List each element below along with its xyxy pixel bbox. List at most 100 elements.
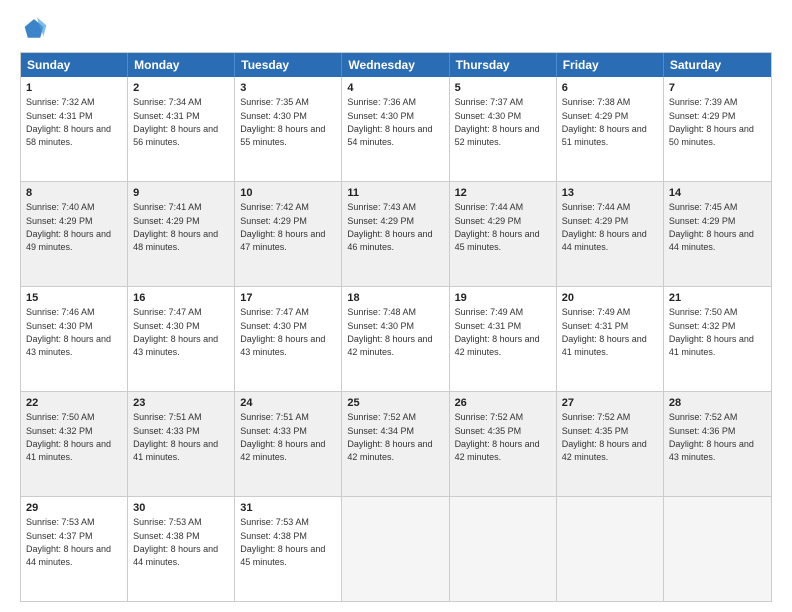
day-number: 24: [240, 396, 336, 410]
calendar-cell: 19 Sunrise: 7:49 AMSunset: 4:31 PMDayligh…: [450, 287, 557, 391]
cell-info: Sunrise: 7:39 AMSunset: 4:29 PMDaylight:…: [669, 97, 754, 147]
cell-info: Sunrise: 7:50 AMSunset: 4:32 PMDaylight:…: [26, 412, 111, 462]
calendar-cell: 6Sunrise: 7:38 AMSunset: 4:29 PMDaylight…: [557, 77, 664, 181]
calendar-cell: 15 Sunrise: 7:46 AMSunset: 4:30 PMDayligh…: [21, 287, 128, 391]
cell-info: Sunrise: 7:32 AMSunset: 4:31 PMDaylight:…: [26, 97, 111, 147]
calendar-cell: 4Sunrise: 7:36 AMSunset: 4:30 PMDaylight…: [342, 77, 449, 181]
calendar-cell: 30 Sunrise: 7:53 AMSunset: 4:38 PMDayligh…: [128, 497, 235, 601]
day-number: 2: [133, 81, 229, 95]
calendar-header: SundayMondayTuesdayWednesdayThursdayFrid…: [21, 53, 771, 77]
day-number: 21: [669, 291, 766, 305]
calendar: SundayMondayTuesdayWednesdayThursdayFrid…: [20, 52, 772, 602]
calendar-cell: 23 Sunrise: 7:51 AMSunset: 4:33 PMDayligh…: [128, 392, 235, 496]
cell-info: Sunrise: 7:41 AMSunset: 4:29 PMDaylight:…: [133, 202, 218, 252]
cell-info: Sunrise: 7:51 AMSunset: 4:33 PMDaylight:…: [240, 412, 325, 462]
day-number: 16: [133, 291, 229, 305]
day-number: 18: [347, 291, 443, 305]
calendar-cell: 24 Sunrise: 7:51 AMSunset: 4:33 PMDayligh…: [235, 392, 342, 496]
calendar-cell: 27 Sunrise: 7:52 AMSunset: 4:35 PMDayligh…: [557, 392, 664, 496]
cell-info: Sunrise: 7:44 AMSunset: 4:29 PMDaylight:…: [455, 202, 540, 252]
cell-info: Sunrise: 7:38 AMSunset: 4:29 PMDaylight:…: [562, 97, 647, 147]
day-number: 23: [133, 396, 229, 410]
day-header-saturday: Saturday: [664, 53, 771, 77]
calendar-week-2: 8 Sunrise: 7:40 AMSunset: 4:29 PMDaylight…: [21, 181, 771, 286]
calendar-cell: 5 Sunrise: 7:37 AMSunset: 4:30 PMDaylight…: [450, 77, 557, 181]
calendar-cell: 28Sunrise: 7:52 AMSunset: 4:36 PMDayligh…: [664, 392, 771, 496]
calendar-cell: 1 Sunrise: 7:32 AMSunset: 4:31 PMDaylight…: [21, 77, 128, 181]
cell-info: Sunrise: 7:35 AMSunset: 4:30 PMDaylight:…: [240, 97, 325, 147]
calendar-week-5: 29Sunrise: 7:53 AMSunset: 4:37 PMDayligh…: [21, 496, 771, 601]
cell-info: Sunrise: 7:52 AMSunset: 4:35 PMDaylight:…: [455, 412, 540, 462]
calendar-cell: 22 Sunrise: 7:50 AMSunset: 4:32 PMDayligh…: [21, 392, 128, 496]
cell-info: Sunrise: 7:48 AMSunset: 4:30 PMDaylight:…: [347, 307, 432, 357]
cell-info: Sunrise: 7:49 AMSunset: 4:31 PMDaylight:…: [455, 307, 540, 357]
cell-info: Sunrise: 7:52 AMSunset: 4:35 PMDaylight:…: [562, 412, 647, 462]
day-number: 28: [669, 396, 766, 410]
cell-info: Sunrise: 7:50 AMSunset: 4:32 PMDaylight:…: [669, 307, 754, 357]
calendar-cell: 8 Sunrise: 7:40 AMSunset: 4:29 PMDaylight…: [21, 182, 128, 286]
calendar-cell: 12 Sunrise: 7:44 AMSunset: 4:29 PMDayligh…: [450, 182, 557, 286]
day-number: 26: [455, 396, 551, 410]
day-number: 19: [455, 291, 551, 305]
calendar-cell: 2 Sunrise: 7:34 AMSunset: 4:31 PMDaylight…: [128, 77, 235, 181]
cell-info: Sunrise: 7:36 AMSunset: 4:30 PMDaylight:…: [347, 97, 432, 147]
day-number: 13: [562, 186, 658, 200]
calendar-week-3: 15 Sunrise: 7:46 AMSunset: 4:30 PMDayligh…: [21, 286, 771, 391]
logo-icon: [20, 16, 48, 44]
calendar-cell: 25Sunrise: 7:52 AMSunset: 4:34 PMDayligh…: [342, 392, 449, 496]
calendar-cell: 29Sunrise: 7:53 AMSunset: 4:37 PMDayligh…: [21, 497, 128, 601]
logo: [20, 16, 52, 44]
calendar-cell: 26 Sunrise: 7:52 AMSunset: 4:35 PMDayligh…: [450, 392, 557, 496]
cell-info: Sunrise: 7:49 AMSunset: 4:31 PMDaylight:…: [562, 307, 647, 357]
cell-info: Sunrise: 7:40 AMSunset: 4:29 PMDaylight:…: [26, 202, 111, 252]
day-header-thursday: Thursday: [450, 53, 557, 77]
day-number: 10: [240, 186, 336, 200]
day-number: 9: [133, 186, 229, 200]
cell-info: Sunrise: 7:44 AMSunset: 4:29 PMDaylight:…: [562, 202, 647, 252]
cell-info: Sunrise: 7:53 AMSunset: 4:37 PMDaylight:…: [26, 517, 111, 567]
calendar-cell: 11 Sunrise: 7:43 AMSunset: 4:29 PMDayligh…: [342, 182, 449, 286]
calendar-cell: [342, 497, 449, 601]
cell-info: Sunrise: 7:47 AMSunset: 4:30 PMDaylight:…: [240, 307, 325, 357]
calendar-cell: 31Sunrise: 7:53 AMSunset: 4:38 PMDayligh…: [235, 497, 342, 601]
calendar-cell: 21 Sunrise: 7:50 AMSunset: 4:32 PMDayligh…: [664, 287, 771, 391]
cell-info: Sunrise: 7:51 AMSunset: 4:33 PMDaylight:…: [133, 412, 218, 462]
calendar-cell: [450, 497, 557, 601]
day-number: 1: [26, 81, 122, 95]
day-number: 11: [347, 186, 443, 200]
day-header-monday: Monday: [128, 53, 235, 77]
day-header-friday: Friday: [557, 53, 664, 77]
calendar-cell: [664, 497, 771, 601]
day-number: 17: [240, 291, 336, 305]
day-number: 5: [455, 81, 551, 95]
cell-info: Sunrise: 7:46 AMSunset: 4:30 PMDaylight:…: [26, 307, 111, 357]
cell-info: Sunrise: 7:37 AMSunset: 4:30 PMDaylight:…: [455, 97, 540, 147]
cell-info: Sunrise: 7:43 AMSunset: 4:29 PMDaylight:…: [347, 202, 432, 252]
day-number: 14: [669, 186, 766, 200]
page: SundayMondayTuesdayWednesdayThursdayFrid…: [0, 0, 792, 612]
day-number: 15: [26, 291, 122, 305]
day-header-wednesday: Wednesday: [342, 53, 449, 77]
cell-info: Sunrise: 7:45 AMSunset: 4:29 PMDaylight:…: [669, 202, 754, 252]
calendar-cell: 18 Sunrise: 7:48 AMSunset: 4:30 PMDayligh…: [342, 287, 449, 391]
calendar-cell: 7Sunrise: 7:39 AMSunset: 4:29 PMDaylight…: [664, 77, 771, 181]
calendar-cell: 10Sunrise: 7:42 AMSunset: 4:29 PMDayligh…: [235, 182, 342, 286]
cell-info: Sunrise: 7:53 AMSunset: 4:38 PMDaylight:…: [240, 517, 325, 567]
calendar-cell: 16Sunrise: 7:47 AMSunset: 4:30 PMDayligh…: [128, 287, 235, 391]
day-number: 8: [26, 186, 122, 200]
day-number: 22: [26, 396, 122, 410]
calendar-body: 1 Sunrise: 7:32 AMSunset: 4:31 PMDaylight…: [21, 77, 771, 601]
day-number: 27: [562, 396, 658, 410]
calendar-cell: 20Sunrise: 7:49 AMSunset: 4:31 PMDayligh…: [557, 287, 664, 391]
calendar-cell: 14 Sunrise: 7:45 AMSunset: 4:29 PMDayligh…: [664, 182, 771, 286]
calendar-cell: 13 Sunrise: 7:44 AMSunset: 4:29 PMDayligh…: [557, 182, 664, 286]
day-header-tuesday: Tuesday: [235, 53, 342, 77]
day-number: 30: [133, 501, 229, 515]
cell-info: Sunrise: 7:34 AMSunset: 4:31 PMDaylight:…: [133, 97, 218, 147]
cell-info: Sunrise: 7:53 AMSunset: 4:38 PMDaylight:…: [133, 517, 218, 567]
calendar-cell: 9 Sunrise: 7:41 AMSunset: 4:29 PMDaylight…: [128, 182, 235, 286]
calendar-cell: 3Sunrise: 7:35 AMSunset: 4:30 PMDaylight…: [235, 77, 342, 181]
calendar-cell: 17 Sunrise: 7:47 AMSunset: 4:30 PMDayligh…: [235, 287, 342, 391]
day-number: 12: [455, 186, 551, 200]
calendar-week-1: 1 Sunrise: 7:32 AMSunset: 4:31 PMDaylight…: [21, 77, 771, 181]
